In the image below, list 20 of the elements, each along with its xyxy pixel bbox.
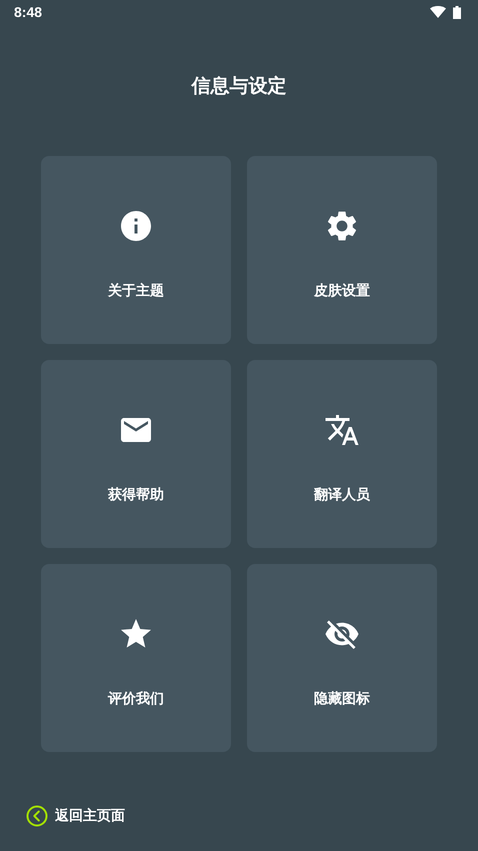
menu-card[interactable]: 隐藏图标 [247,564,437,752]
wifi-icon [430,6,446,18]
status-time: 8:48 [14,4,42,20]
card-label: 翻译人员 [314,486,370,504]
card-label: 获得帮助 [108,486,164,504]
page-title: 信息与设定 [190,74,288,98]
info-icon [118,208,154,244]
card-label: 皮肤设置 [314,282,370,300]
menu-card[interactable]: 获得帮助 [41,360,231,548]
card-label: 评价我们 [108,690,164,708]
back-circle-icon [26,805,48,827]
menu-card[interactable]: 翻译人员 [247,360,437,548]
menu-card[interactable]: 皮肤设置 [247,156,437,344]
back-link[interactable]: 返回主页面 [26,805,125,827]
translate-icon [324,412,360,448]
card-label: 关于主题 [108,282,164,300]
battery-icon [453,6,461,18]
menu-card[interactable]: 关于主题 [41,156,231,344]
menu-card[interactable]: 评价我们 [41,564,231,752]
card-label: 隐藏图标 [314,690,370,708]
